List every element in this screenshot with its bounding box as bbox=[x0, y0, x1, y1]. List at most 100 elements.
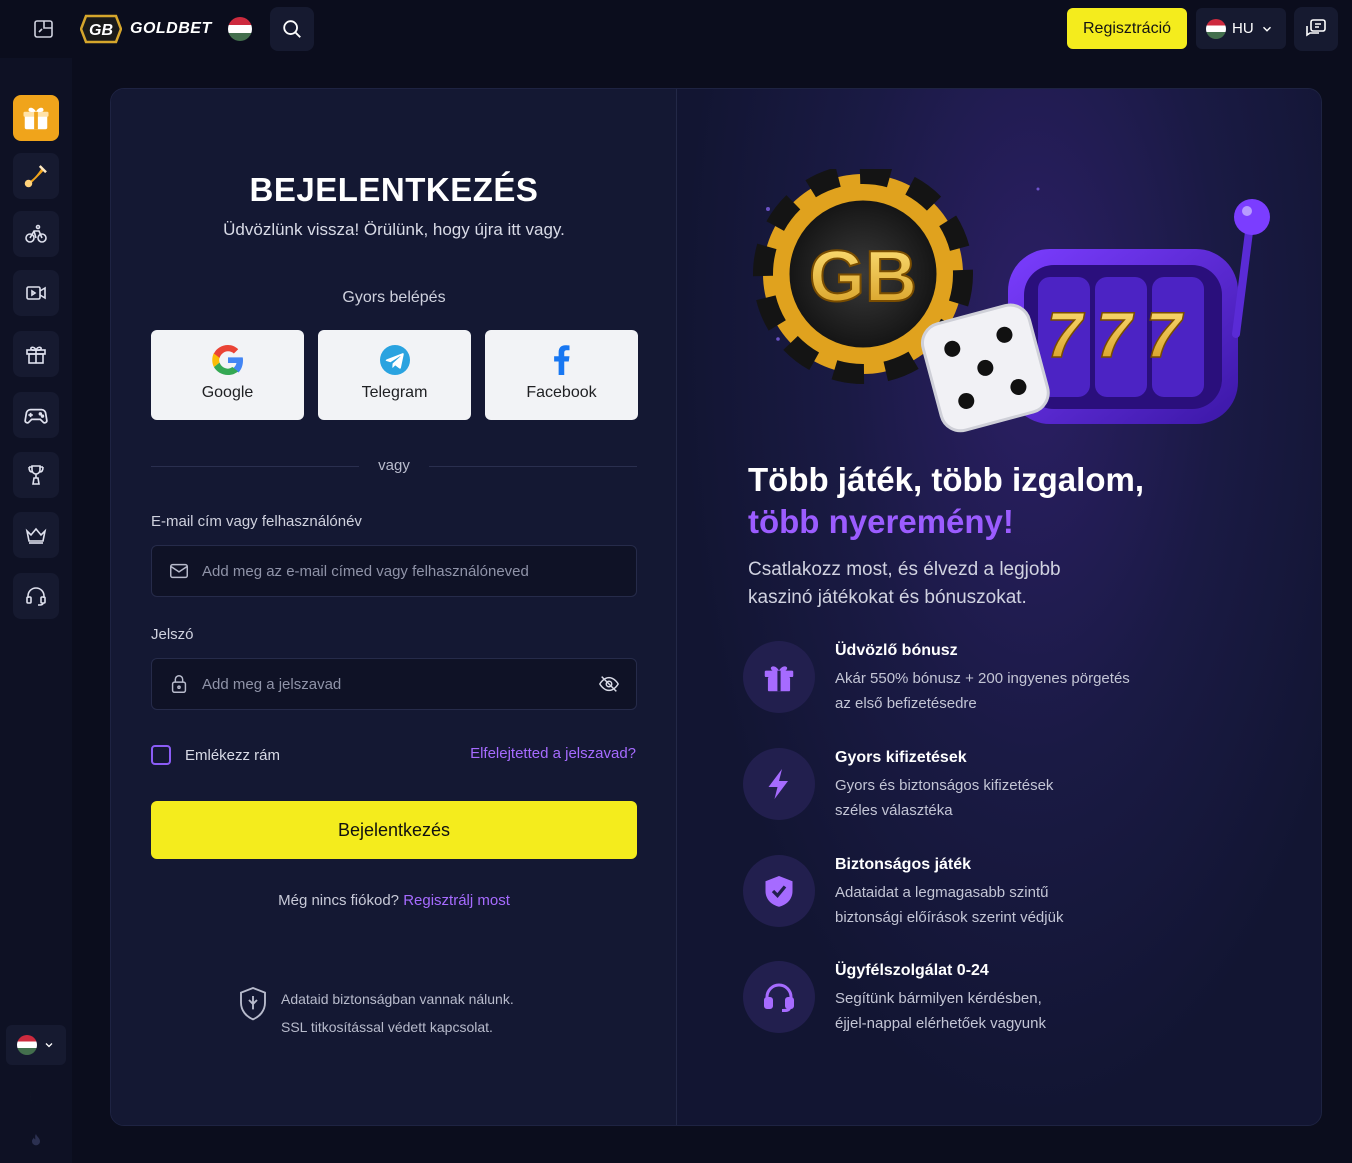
telegram-icon bbox=[379, 345, 410, 375]
crown-icon bbox=[25, 527, 47, 544]
feature-welcome-bonus: Üdvözlő bónusz Akár 550% bónusz + 200 in… bbox=[743, 641, 1155, 716]
feature-icon-bg bbox=[743, 641, 815, 713]
email-label: E-mail cím vagy felhasználónév bbox=[151, 513, 362, 530]
sidebar-item-bonuses[interactable] bbox=[13, 331, 59, 377]
cycling-icon bbox=[25, 224, 47, 243]
password-label: Jelszó bbox=[151, 626, 194, 643]
facebook-login-button[interactable]: Facebook bbox=[485, 330, 638, 420]
lightning-icon bbox=[768, 769, 788, 799]
telegram-label: Telegram bbox=[361, 384, 428, 401]
google-login-button[interactable]: Google bbox=[151, 330, 304, 420]
gamepad-icon bbox=[24, 408, 48, 424]
gift-icon bbox=[764, 666, 794, 692]
feature-support: Ügyfélszolgálat 0-24 Segítünk bármilyen … bbox=[743, 961, 1155, 1036]
mail-icon bbox=[170, 563, 188, 579]
feature-fast-payouts: Gyors kifizetések Gyors és biztonságos k… bbox=[743, 748, 1155, 823]
feature-title: Ügyfélszolgálat 0-24 bbox=[835, 962, 989, 979]
security-notice: Adataid biztonságban vannak nálunk. SSL … bbox=[237, 985, 514, 1041]
slot-text: 777 bbox=[1047, 299, 1196, 371]
theme-toggle[interactable] bbox=[22, 1082, 50, 1110]
password-input[interactable] bbox=[202, 675, 572, 693]
page-title: BEJELENTKEZÉS bbox=[249, 171, 539, 208]
chat-button[interactable] bbox=[1294, 7, 1338, 51]
promo-title-line-1: Több játék, több izgalom, bbox=[748, 461, 1144, 498]
headset-icon bbox=[764, 983, 794, 1012]
hungary-flag-icon bbox=[227, 17, 252, 41]
feature-desc-line-1: Gyors és biztonságos kifizetések bbox=[835, 777, 1054, 794]
eye-off-icon bbox=[598, 676, 620, 692]
moon-icon bbox=[29, 1087, 39, 1105]
no-account-question: Még nincs fiókod? bbox=[278, 892, 400, 909]
sidebar-item-cycling[interactable] bbox=[13, 211, 59, 257]
forgot-password-link[interactable]: Elfelejtetted a jelszavad? bbox=[470, 745, 636, 762]
google-icon bbox=[211, 345, 243, 375]
casino-hero-illustration: GB 777 bbox=[753, 169, 1270, 433]
shield-icon bbox=[240, 986, 266, 1021]
language-code: HU bbox=[1232, 20, 1254, 37]
flame-icon bbox=[28, 1132, 44, 1148]
sidebar-item-games[interactable] bbox=[13, 392, 59, 438]
sidebar-item-tournaments[interactable] bbox=[13, 452, 59, 498]
facebook-label: Facebook bbox=[526, 384, 597, 401]
feature-desc-line-1: Akár 550% bónusz + 200 ingyenes pörgetés bbox=[835, 670, 1130, 687]
sidebar-language-selector[interactable] bbox=[6, 1025, 66, 1065]
divider-line-right bbox=[429, 466, 637, 467]
security-line-2: SSL titkosítással védett kapcsolat. bbox=[281, 1019, 493, 1035]
remember-label: Emlékezz rám bbox=[185, 746, 281, 764]
brand-name: GOLDBET bbox=[130, 20, 212, 37]
security-line-1: Adataid biztonságban vannak nálunk. bbox=[281, 991, 514, 1007]
remember-me[interactable]: Emlékezz rám bbox=[151, 745, 280, 765]
email-field[interactable] bbox=[151, 545, 637, 597]
search-button[interactable] bbox=[270, 7, 314, 51]
language-selector[interactable]: HU bbox=[1196, 8, 1286, 49]
no-account-text: Még nincs fiókod? Regisztrálj most bbox=[111, 892, 677, 909]
promo-title: Több játék, több izgalom, több nyeremény… bbox=[748, 459, 1268, 543]
feature-desc-line-1: Adataidat a legmagasabb szintű bbox=[835, 884, 1049, 901]
password-field[interactable] bbox=[151, 658, 637, 710]
feature-icon-bg bbox=[743, 748, 815, 820]
feature-title: Biztonságos játék bbox=[835, 856, 972, 873]
gb-logo-icon: GB bbox=[80, 12, 122, 46]
sidebar-item-sports[interactable] bbox=[13, 153, 59, 199]
chevron-down-icon bbox=[45, 1043, 53, 1048]
sidebar-toggle-button[interactable] bbox=[22, 7, 66, 51]
gift-box-icon bbox=[23, 107, 49, 130]
feature-title: Gyors kifizetések bbox=[835, 749, 967, 766]
email-input[interactable] bbox=[202, 562, 572, 580]
lock-icon bbox=[171, 675, 187, 693]
hungary-flag-icon bbox=[17, 1035, 37, 1055]
sidebar-item-live[interactable] bbox=[13, 270, 59, 316]
telegram-login-button[interactable]: Telegram bbox=[318, 330, 471, 420]
feature-icon-bg bbox=[743, 855, 815, 927]
quick-login-label: Gyors belépés bbox=[342, 289, 446, 306]
facebook-icon bbox=[553, 345, 569, 375]
sports-icon bbox=[24, 165, 47, 188]
hungary-flag-icon bbox=[1206, 18, 1226, 39]
trophy-icon bbox=[28, 465, 44, 485]
sidebar-item-vip[interactable] bbox=[13, 512, 59, 558]
sidebar-item-support[interactable] bbox=[13, 573, 59, 619]
search-icon bbox=[283, 20, 301, 38]
login-card: BEJELENTKEZÉS Üdvözlünk vissza! Örülünk,… bbox=[110, 88, 1322, 1126]
chevron-down-icon bbox=[1262, 26, 1271, 32]
feature-desc-line-2: biztonsági előírások szerint védjük bbox=[835, 909, 1064, 926]
sidebar-item-promotions[interactable] bbox=[13, 95, 59, 141]
chip-text: GB bbox=[809, 237, 917, 317]
shield-check-icon bbox=[765, 876, 793, 907]
chat-icon bbox=[1306, 19, 1326, 37]
live-video-icon bbox=[26, 286, 46, 300]
register-button[interactable]: Regisztráció bbox=[1067, 8, 1187, 49]
login-button[interactable]: Bejelentkezés bbox=[151, 801, 637, 859]
headset-icon bbox=[26, 587, 46, 606]
feature-desc-line-2: az első befizetésedre bbox=[835, 695, 977, 712]
brand-logo[interactable]: GB GOLDBET bbox=[80, 12, 252, 46]
feature-icon-bg bbox=[743, 961, 815, 1033]
login-panel: BEJELENTKEZÉS Üdvözlünk vissza! Örülünk,… bbox=[111, 89, 677, 1125]
register-now-link[interactable]: Regisztrálj most bbox=[403, 892, 510, 909]
promo-title-line-2: több nyeremény! bbox=[748, 503, 1014, 540]
remember-checkbox[interactable] bbox=[151, 745, 171, 765]
gift-icon bbox=[26, 346, 46, 364]
toggle-password-visibility[interactable] bbox=[598, 673, 620, 700]
collapse-menu-icon bbox=[34, 20, 53, 38]
svg-text:GB: GB bbox=[89, 22, 113, 39]
